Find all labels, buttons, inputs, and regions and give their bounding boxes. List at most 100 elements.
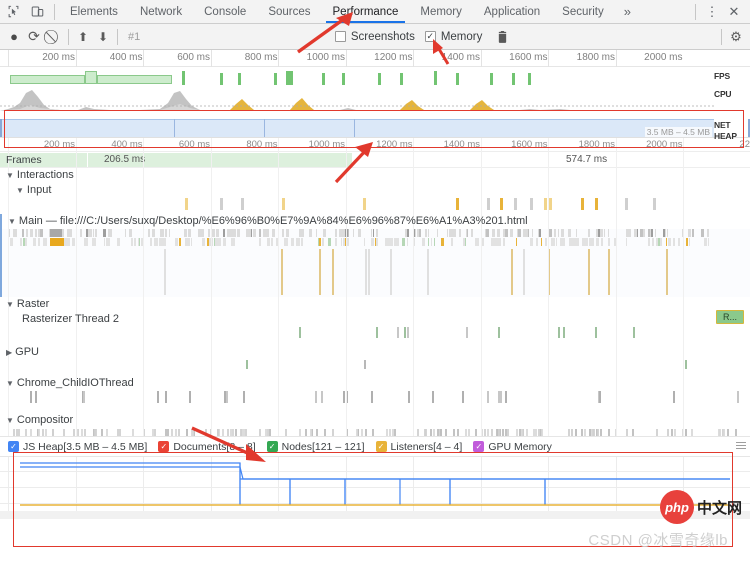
track-title-childio[interactable]: ▼ Chrome_ChildIOThread <box>0 376 750 391</box>
flame-event[interactable] <box>271 229 274 237</box>
timeline-event[interactable] <box>429 429 432 436</box>
flame-event[interactable] <box>484 229 487 237</box>
flame-event[interactable] <box>315 229 318 237</box>
timeline-event[interactable] <box>615 429 617 436</box>
flame-event[interactable] <box>476 238 479 246</box>
flame-event[interactable] <box>453 229 456 237</box>
memory-counter-item[interactable]: ✓ JS Heap[3.5 MB – 4.5 MB] <box>8 441 147 453</box>
timeline-event[interactable] <box>93 429 96 436</box>
memory-counter-item[interactable]: ✓ Listeners[4 – 4] <box>375 441 462 453</box>
timeline-event[interactable] <box>475 429 478 436</box>
timeline-event[interactable] <box>504 391 507 403</box>
timeline-event[interactable] <box>690 429 693 436</box>
flame-event-long-task[interactable] <box>50 229 62 237</box>
track-title-input[interactable]: ▼ Input <box>0 183 750 198</box>
timeline-event[interactable] <box>231 429 234 436</box>
flame-event[interactable] <box>515 238 517 246</box>
flame-event[interactable] <box>587 229 590 237</box>
flame-event[interactable] <box>291 238 294 246</box>
flame-event[interactable] <box>236 229 238 237</box>
timeline-event[interactable] <box>487 391 490 403</box>
track-raster[interactable]: ▼ Raster <box>0 297 750 312</box>
timeline-event[interactable] <box>567 429 570 436</box>
track-title-rasterizer[interactable]: Rasterizer Thread 2 <box>0 312 750 327</box>
flame-event[interactable] <box>152 229 155 237</box>
flame-event[interactable] <box>141 238 145 246</box>
flame-event[interactable] <box>137 238 140 246</box>
memory-counters-section[interactable]: ✓ JS Heap[3.5 MB – 4.5 MB] ✓ Documents[8 – … <box>0 436 750 519</box>
flame-event[interactable] <box>70 229 73 237</box>
timeline-event[interactable] <box>12 429 15 436</box>
gear-icon[interactable]: ⚙ <box>726 27 746 47</box>
flame-event[interactable] <box>660 238 662 246</box>
flame-event[interactable] <box>344 229 348 237</box>
timeline-event[interactable] <box>170 429 173 436</box>
timeline-event[interactable] <box>245 360 248 369</box>
flame-event[interactable] <box>682 229 685 237</box>
flame-event[interactable] <box>536 238 539 246</box>
flame-event[interactable] <box>481 238 485 246</box>
flame-event[interactable] <box>574 238 578 246</box>
timeline-event[interactable] <box>548 198 552 210</box>
flame-event[interactable] <box>188 229 192 237</box>
flame-event[interactable] <box>511 249 514 295</box>
timeline-event[interactable] <box>439 429 442 436</box>
flame-event[interactable] <box>318 238 322 246</box>
timeline-event[interactable] <box>734 429 737 436</box>
screenshots-checkbox[interactable]: Screenshots <box>334 31 415 43</box>
flame-event[interactable] <box>588 249 591 295</box>
timeline-event[interactable] <box>506 429 509 436</box>
flame-event[interactable] <box>465 229 468 237</box>
timeline-event[interactable] <box>117 429 120 436</box>
flame-event[interactable] <box>558 229 560 237</box>
flame-event[interactable] <box>93 229 95 237</box>
memory-checkbox-box[interactable]: ✓ <box>424 31 436 42</box>
timeline-event[interactable] <box>18 429 21 436</box>
flame-event[interactable] <box>390 238 392 246</box>
timeline-event[interactable] <box>464 429 467 436</box>
flame-event[interactable] <box>94 229 97 237</box>
timeline-event[interactable] <box>632 429 635 436</box>
flame-event[interactable] <box>286 229 289 237</box>
flame-event[interactable] <box>332 249 335 295</box>
flame-event[interactable] <box>407 229 409 237</box>
flame-event[interactable] <box>552 238 556 246</box>
timeline-event[interactable] <box>497 391 500 403</box>
timeline-event[interactable] <box>217 429 219 436</box>
timeline-event[interactable] <box>466 327 469 338</box>
flame-event[interactable] <box>283 238 285 246</box>
flame-event[interactable] <box>24 238 27 246</box>
track-title-compositor[interactable]: ▼ Compositor <box>0 413 750 428</box>
gpu-band[interactable] <box>0 360 750 370</box>
timeline-event[interactable] <box>504 429 507 436</box>
flame-event[interactable] <box>510 229 514 237</box>
flame-event[interactable] <box>10 238 13 246</box>
flame-event[interactable] <box>233 229 236 237</box>
flame-event[interactable] <box>538 229 542 237</box>
flame-event[interactable] <box>424 229 427 237</box>
flame-event[interactable] <box>299 229 302 237</box>
flame-event[interactable] <box>555 238 558 246</box>
timeline-event[interactable] <box>633 327 636 338</box>
timeline-event[interactable] <box>363 360 366 369</box>
flame-event-long-task[interactable] <box>50 238 64 246</box>
timeline-event[interactable] <box>497 429 500 436</box>
timeline-event[interactable] <box>298 327 301 338</box>
flame-event[interactable] <box>374 238 377 246</box>
tab-performance[interactable]: Performance <box>322 0 410 23</box>
timeline-event[interactable] <box>346 391 349 403</box>
timeline-event[interactable] <box>324 429 327 436</box>
flame-event[interactable] <box>33 238 36 246</box>
flame-event[interactable] <box>371 229 373 237</box>
timeline-event[interactable] <box>530 198 534 210</box>
timeline-event[interactable] <box>52 429 55 436</box>
timeline-event[interactable] <box>407 327 410 338</box>
flame-event[interactable] <box>523 229 525 237</box>
flame-chart-area[interactable]: 200 ms 400 ms 600 ms 800 ms 1000 ms 1200 ms 14… <box>0 138 750 436</box>
flame-event[interactable] <box>502 238 505 246</box>
timeline-event[interactable] <box>191 429 194 436</box>
flame-event[interactable] <box>496 238 499 246</box>
device-toolbar-icon[interactable] <box>28 3 46 21</box>
horizontal-scrollbar[interactable] <box>0 511 750 519</box>
flame-event[interactable] <box>549 229 553 237</box>
